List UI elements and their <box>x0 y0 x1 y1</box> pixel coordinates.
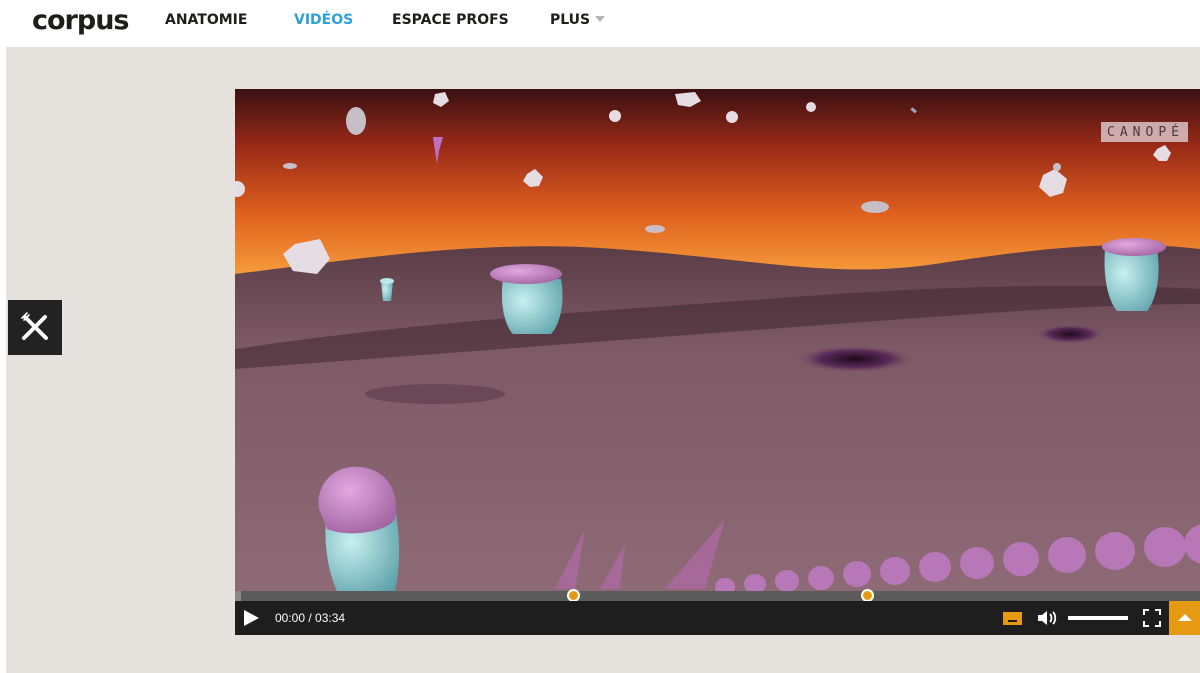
play-icon[interactable] <box>244 610 259 626</box>
canope-watermark: CANOPÉ <box>1101 122 1188 142</box>
nav-item-plus[interactable]: PLUS <box>550 11 606 29</box>
captions-icon[interactable] <box>1003 612 1022 625</box>
knife-fork-icon <box>21 312 48 340</box>
tools-button[interactable] <box>8 300 62 355</box>
volume-icon[interactable] <box>1036 609 1058 627</box>
nav-item-anatomie[interactable]: ANATOMIE <box>165 11 247 29</box>
chevron-down-icon <box>595 16 606 22</box>
progress-played <box>235 591 241 601</box>
progress-bar[interactable] <box>235 589 1200 602</box>
video-player[interactable]: CANOPÉ 00:00 / 03:34 <box>235 89 1200 635</box>
video-frame[interactable] <box>235 89 1200 591</box>
nav-item-plus-label: PLUS <box>550 12 591 28</box>
player-controls: 00:00 / 03:34 <box>235 601 1200 635</box>
top-navigation: corpus ANATOMIE VIDÉOS ESPACE PROFS PLUS <box>0 0 1200 47</box>
nav-item-espace-profs[interactable]: ESPACE PROFS <box>392 11 509 29</box>
time-display: 00:00 / 03:34 <box>275 611 345 625</box>
site-logo[interactable]: corpus <box>32 6 129 36</box>
volume-slider[interactable] <box>1068 616 1128 620</box>
fullscreen-icon[interactable] <box>1143 609 1161 627</box>
current-time: 00:00 <box>275 611 306 625</box>
chevron-up-icon[interactable] <box>1169 601 1200 635</box>
duration: / 03:34 <box>308 611 346 625</box>
nav-item-videos[interactable]: VIDÉOS <box>294 11 353 29</box>
